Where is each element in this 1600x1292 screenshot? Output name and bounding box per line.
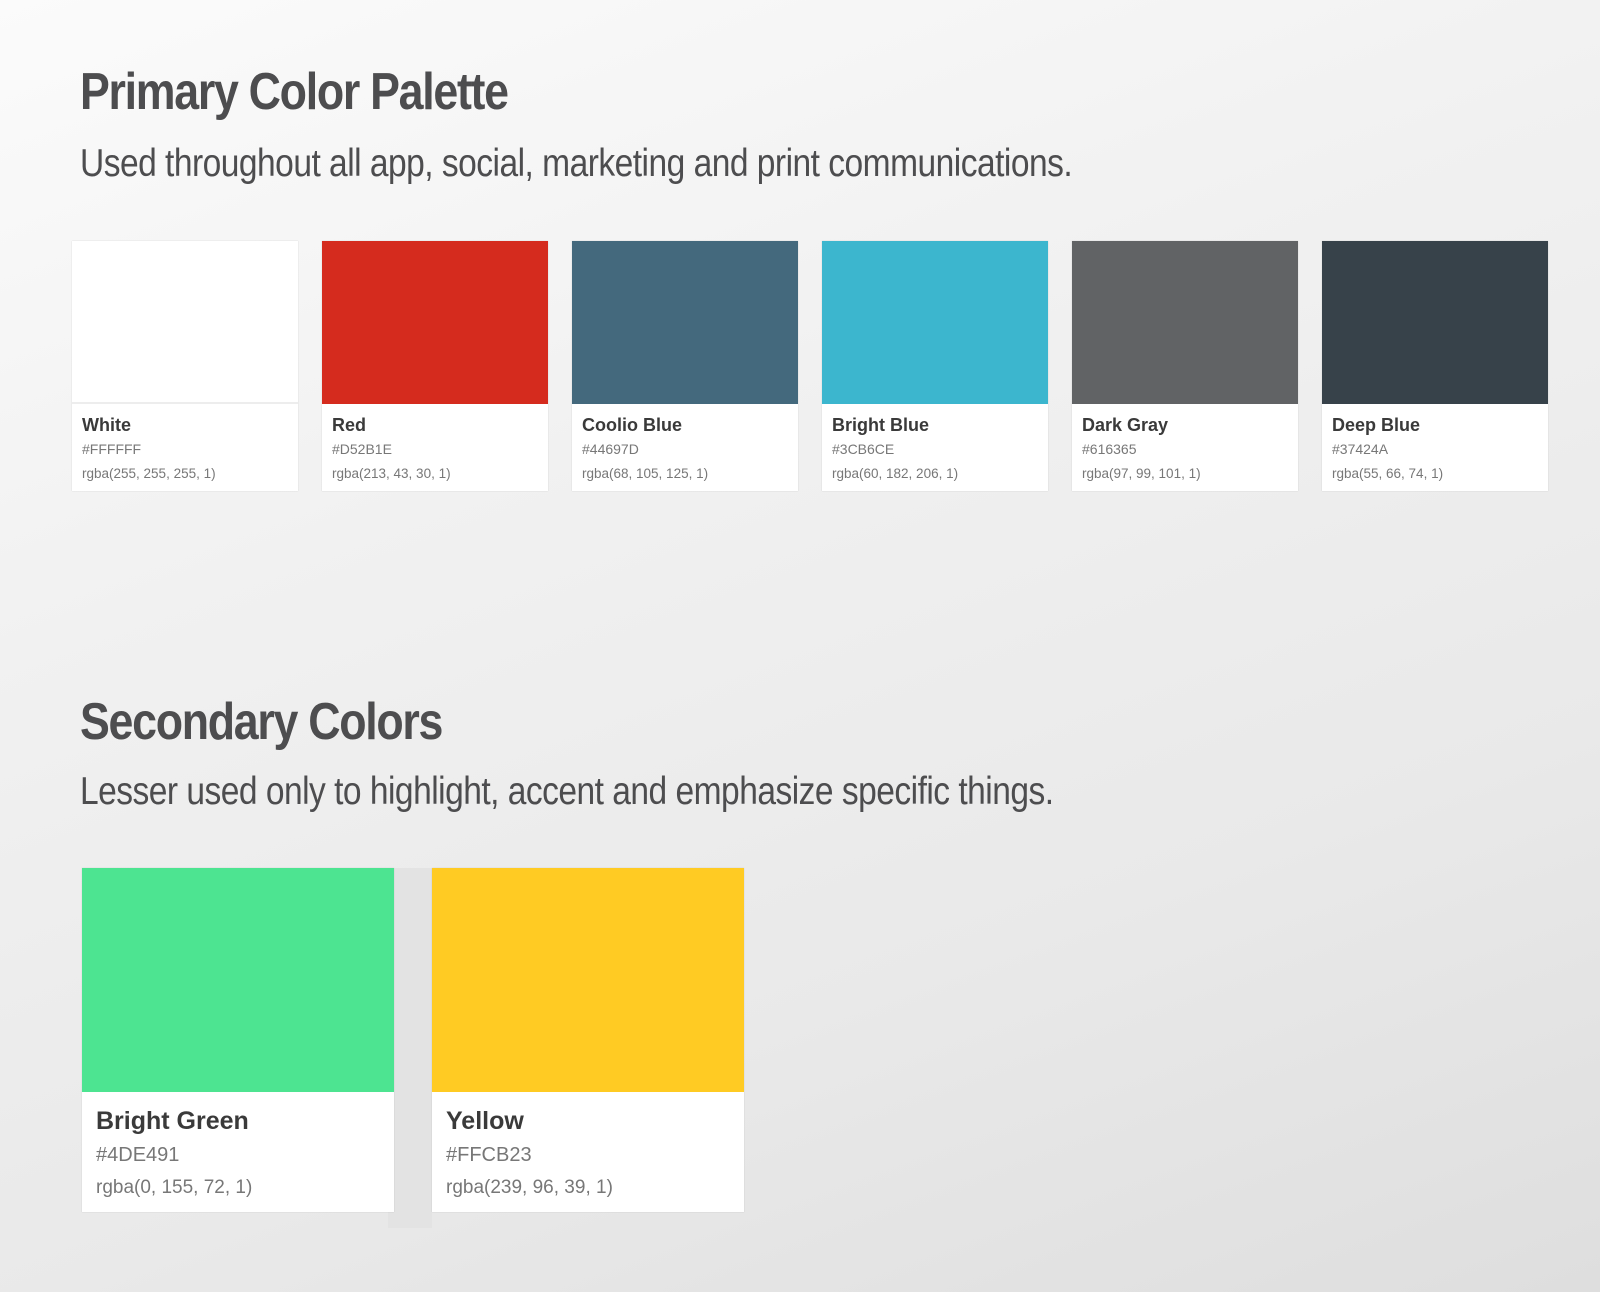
- swatch-name: Coolio Blue: [582, 415, 682, 435]
- swatch-card-yellow: Yellow #FFCB23 rgba(239, 96, 39, 1): [432, 868, 744, 1212]
- swatch-rgba: rgba(97, 99, 101, 1): [1082, 466, 1201, 481]
- swatch-card-red: Red #D52B1E rgba(213, 43, 30, 1): [322, 241, 548, 491]
- primary-swatch-row: White #FFFFFF rgba(255, 255, 255, 1) Red…: [72, 241, 1548, 491]
- swatch-card-bright-blue: Bright Blue #3CB6CE rgba(60, 182, 206, 1…: [822, 241, 1048, 491]
- swatch-name: Red: [332, 415, 367, 435]
- swatch-color-coolio-blue: [572, 241, 798, 404]
- swatch-info: Dark Gray #616365 rgba(97, 99, 101, 1): [1072, 404, 1298, 483]
- swatch-card-bright-green: Bright Green #4DE491 rgba(0, 155, 72, 1): [82, 868, 394, 1212]
- swatch-info: White #FFFFFF rgba(255, 255, 255, 1): [72, 404, 298, 483]
- swatch-hex: #D52B1E: [332, 441, 392, 457]
- swatch-rgba: rgba(213, 43, 30, 1): [332, 466, 451, 481]
- secondary-colors-title: Secondary Colors: [80, 693, 443, 751]
- primary-palette-subtitle: Used throughout all app, social, marketi…: [80, 142, 1073, 185]
- swatch-card-coolio-blue: Coolio Blue #44697D rgba(68, 105, 125, 1…: [572, 241, 798, 491]
- swatch-rgba: rgba(55, 66, 74, 1): [1332, 466, 1444, 481]
- swatch-hex: #FFFFFF: [82, 441, 142, 457]
- swatch-rgba: rgba(60, 182, 206, 1): [832, 466, 959, 481]
- swatch-name: Bright Blue: [832, 415, 929, 435]
- swatch-hex: #4DE491: [96, 1144, 180, 1166]
- swatch-name: Deep Blue: [1332, 415, 1421, 435]
- swatch-color-bright-blue: [822, 241, 1048, 404]
- swatch-info: Deep Blue #37424A rgba(55, 66, 74, 1): [1322, 404, 1548, 483]
- swatch-name: Bright Green: [96, 1107, 249, 1135]
- swatch-name: Yellow: [446, 1107, 524, 1135]
- swatch-hex: #37424A: [1332, 441, 1389, 457]
- secondary-swatch-row: Bright Green #4DE491 rgba(0, 155, 72, 1)…: [82, 868, 744, 1212]
- swatch-card-white: White #FFFFFF rgba(255, 255, 255, 1): [72, 241, 298, 491]
- secondary-colors-subtitle: Lesser used only to highlight, accent an…: [80, 770, 1054, 813]
- swatch-info: Bright Green #4DE491 rgba(0, 155, 72, 1): [82, 1092, 394, 1200]
- primary-palette-title: Primary Color Palette: [80, 63, 509, 121]
- swatch-rgba: rgba(255, 255, 255, 1): [82, 466, 216, 481]
- swatch-card-deep-blue: Deep Blue #37424A rgba(55, 66, 74, 1): [1322, 241, 1548, 491]
- swatch-hex: #616365: [1082, 441, 1137, 457]
- swatch-rgba: rgba(239, 96, 39, 1): [446, 1177, 613, 1198]
- swatch-info: Coolio Blue #44697D rgba(68, 105, 125, 1…: [572, 404, 798, 483]
- swatch-hex: #3CB6CE: [832, 441, 895, 457]
- swatch-color-yellow: [432, 868, 744, 1092]
- swatch-card-dark-gray: Dark Gray #616365 rgba(97, 99, 101, 1): [1072, 241, 1298, 491]
- swatch-info: Bright Blue #3CB6CE rgba(60, 182, 206, 1…: [822, 404, 1048, 483]
- swatch-info: Red #D52B1E rgba(213, 43, 30, 1): [322, 404, 548, 483]
- swatch-name: White: [82, 415, 131, 435]
- swatch-color-white: [72, 241, 298, 404]
- swatch-rgba: rgba(0, 155, 72, 1): [96, 1177, 253, 1198]
- swatch-info: Yellow #FFCB23 rgba(239, 96, 39, 1): [432, 1092, 744, 1200]
- swatch-color-deep-blue: [1322, 241, 1548, 404]
- swatch-color-red: [322, 241, 548, 404]
- swatch-hex: #44697D: [582, 441, 639, 457]
- swatch-name: Dark Gray: [1082, 415, 1169, 435]
- swatch-hex: #FFCB23: [446, 1144, 532, 1166]
- swatch-rgba: rgba(68, 105, 125, 1): [582, 466, 709, 481]
- swatch-color-dark-gray: [1072, 241, 1298, 404]
- swatch-color-bright-green: [82, 868, 394, 1092]
